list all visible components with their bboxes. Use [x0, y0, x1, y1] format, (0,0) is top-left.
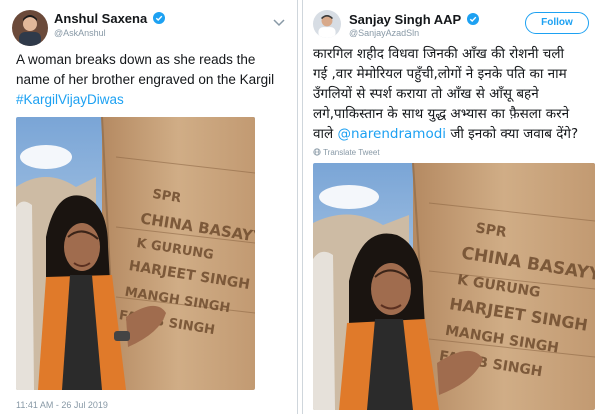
tweet-line: कारगिल शहीद विधवा जिनकी आँख की रोशनी चली	[313, 46, 564, 62]
author-name-text[interactable]: Anshul Saxena	[54, 11, 147, 26]
globe-icon	[313, 148, 321, 156]
tweet-photo[interactable]: SPR CHINA BASAYYA K GURUNG HARJEET SINGH…	[16, 117, 255, 390]
tweet-line: गई ,वार मेमोरियल पहुँची,लोगों ने इनके पत…	[313, 66, 567, 82]
author-name[interactable]: Sanjay Singh AAP	[349, 12, 479, 27]
tweet-line-prefix: वाले	[313, 126, 334, 142]
chevron-down-icon[interactable]	[272, 18, 286, 28]
avatar[interactable]	[313, 10, 341, 38]
translate-label[interactable]: Translate Tweet	[323, 148, 379, 157]
verified-badge-icon	[152, 12, 165, 24]
verified-badge-icon	[466, 13, 479, 25]
tweet-card-left: Anshul Saxena @AskAnshul A woman breaks …	[0, 0, 298, 414]
tweet-timestamp[interactable]: 11:41 AM - 26 Jul 2019	[16, 400, 108, 410]
author-name[interactable]: Anshul Saxena	[54, 11, 165, 26]
hashtag-link[interactable]: #KargilVijayDiwas	[16, 92, 124, 107]
tweet-line: उँगलियों से स्पर्श कराया तो आँख से आँसू …	[313, 86, 539, 102]
tweet-line: वाले @narendramodi जी इनको क्या जवाब दें…	[313, 124, 603, 144]
author-handle[interactable]: @SanjayAzadSln	[349, 28, 419, 38]
avatar[interactable]	[12, 10, 48, 46]
follow-button[interactable]: Follow	[525, 12, 589, 34]
tweet-photo[interactable]: SPR CHINA BASAYYA K GURUNG HARJEET SINGH…	[313, 163, 595, 410]
tweet-text: कारगिल शहीद विधवा जिनकी आँख की रोशनी चली…	[313, 44, 603, 144]
author-name-text[interactable]: Sanjay Singh AAP	[349, 12, 461, 27]
tweet-card-right: Sanjay Singh AAP @SanjayAzadSln Follow क…	[302, 0, 608, 414]
tweet-line-suffix: जी इनको क्या जवाब देंगे?	[450, 126, 579, 142]
tweet-text: A woman breaks down as she reads the nam…	[16, 50, 288, 110]
mention-link[interactable]: @narendramodi	[337, 126, 446, 142]
tweet-body: A woman breaks down as she reads the nam…	[16, 52, 275, 87]
author-handle[interactable]: @AskAnshul	[54, 28, 106, 38]
tweet-line: लगे,पाकिस्तान के साथ युद्ध अभ्यास का फ़ै…	[313, 106, 570, 122]
translate-tweet-link[interactable]: Translate Tweet	[313, 148, 380, 157]
